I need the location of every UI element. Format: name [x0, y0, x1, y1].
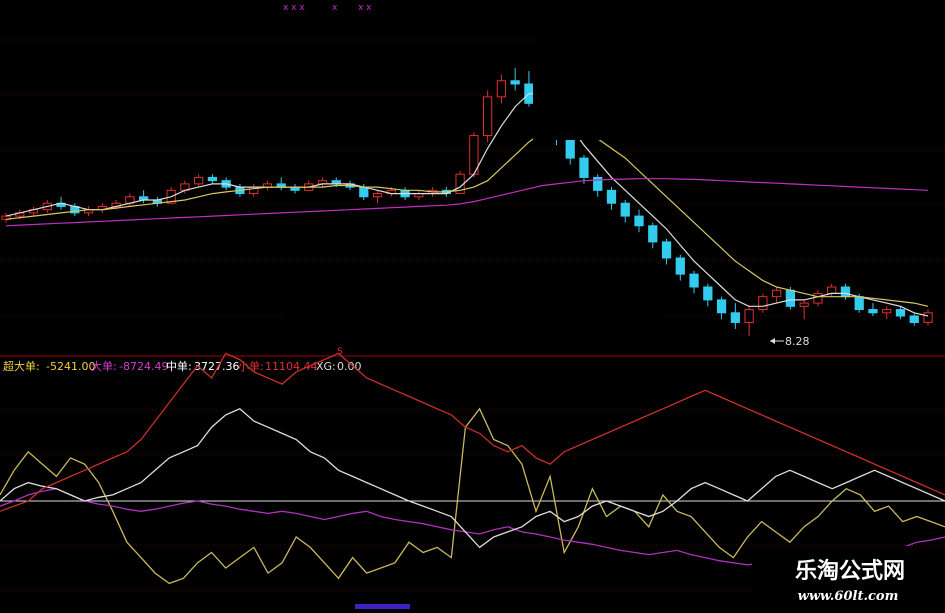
low-price-label: 8.28 [785, 335, 810, 348]
candle-body [785, 289, 796, 307]
stock-chart: x x x x x x 8.28 S 超大单: -5241.00 大单: -87… [0, 0, 945, 609]
candle-body [675, 257, 685, 275]
watermark: 乐淘公式网 www.60lt.com [752, 546, 945, 609]
candle-body [372, 193, 383, 198]
top-marker-3: x x [358, 3, 372, 13]
redacted-region-top-right [533, 0, 945, 140]
candle-body [648, 225, 658, 243]
indicator-legend: 超大单: -5241.00 大单: -8724.49 中单: 3727.36 小… [3, 359, 362, 373]
candle-body [510, 80, 520, 85]
candle-body [606, 189, 617, 204]
candle-body [840, 286, 851, 298]
candle-body [620, 202, 630, 217]
candle-body [923, 312, 933, 323]
candle-body [868, 309, 878, 314]
candle-body [854, 296, 864, 311]
candle-body [799, 302, 809, 307]
candle-body [194, 176, 204, 185]
legend-big-value: -8724.49 [119, 360, 168, 373]
redacted-region-center [282, 279, 662, 328]
candle-body [771, 289, 782, 298]
candle-body [758, 296, 768, 311]
candle-body [359, 186, 369, 198]
legend-mid-value: 3727.36 [194, 360, 240, 373]
candle-body [813, 292, 823, 304]
chart-svg: x x x x x x 8.28 S 超大单: -5241.00 大单: -87… [0, 0, 945, 609]
bottom-accent [355, 604, 410, 609]
watermark-title: 乐淘公式网 [795, 558, 905, 584]
candle-body [496, 80, 507, 98]
watermark-url: www.60lt.com [798, 589, 899, 604]
candle-body [483, 96, 493, 137]
legend-mid-label: 中单: [166, 360, 192, 373]
candle-body [565, 138, 575, 159]
candle-body [827, 286, 837, 294]
candle-body [909, 315, 919, 323]
candle-body [895, 309, 906, 317]
candle-body [716, 299, 727, 314]
candle-body [744, 309, 754, 323]
top-marker-2: x [332, 3, 338, 13]
candle-body [207, 176, 218, 182]
top-marker-1: x x x [283, 3, 305, 13]
candle-body [730, 312, 740, 323]
legend-big-label: 大单: [91, 359, 117, 373]
candle-body [634, 215, 644, 227]
legend-super-value: -5241.00 [46, 360, 95, 373]
candle-body [689, 273, 699, 288]
legend-super-label: 超大单: [3, 359, 40, 373]
candle-body [703, 286, 713, 301]
candle-body [882, 309, 892, 314]
candle-body [579, 157, 589, 178]
candle-body [661, 241, 672, 259]
